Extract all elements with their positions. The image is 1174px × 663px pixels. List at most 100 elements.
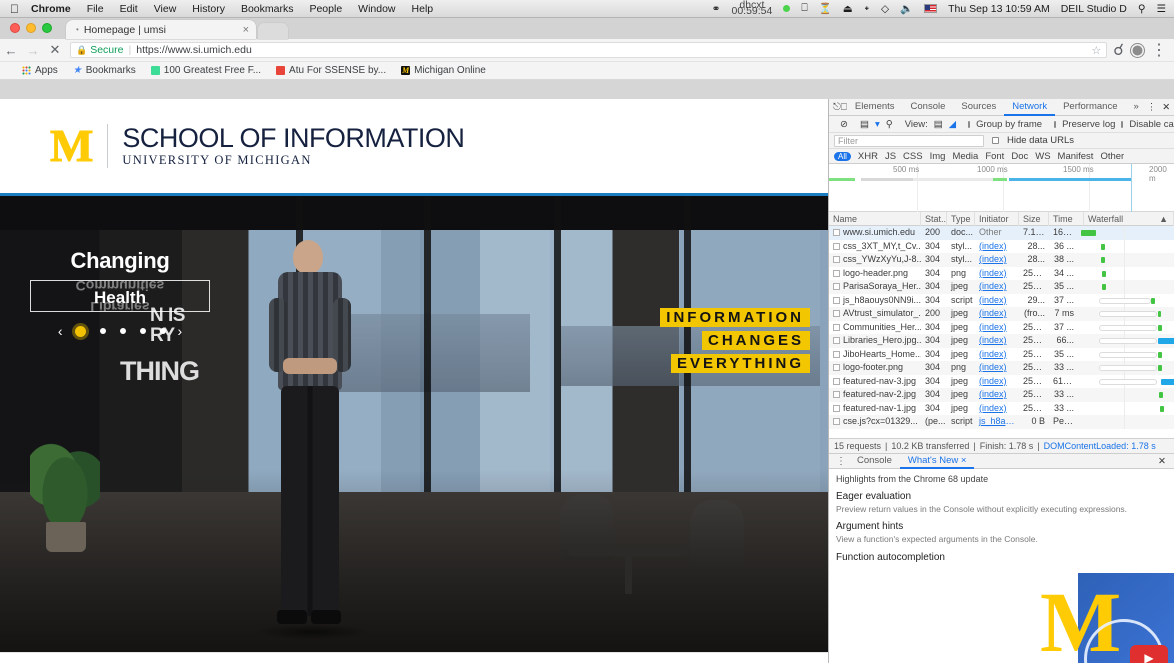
menubar-datetime[interactable]: Thu Sep 13 10:59 AM <box>948 3 1050 15</box>
table-row[interactable]: logo-header.png304png(index)252...34 ... <box>829 267 1174 281</box>
request-initiator[interactable]: js_h8aou... <box>975 415 1019 429</box>
request-initiator[interactable]: (index) <box>975 388 1019 402</box>
menu-view[interactable]: View <box>154 3 177 15</box>
close-icon[interactable]: × <box>961 455 967 466</box>
column-initiator[interactable]: Initiator <box>975 212 1019 226</box>
whats-new-title[interactable]: Eager evaluation <box>836 491 1167 502</box>
request-checkbox[interactable] <box>833 337 840 344</box>
table-row[interactable]: js_h8aouys0NN9i...304script(index)29...3… <box>829 294 1174 308</box>
umich-block-m-logo[interactable]: M <box>50 125 91 166</box>
bookmark-apps[interactable]: Apps <box>22 65 58 76</box>
column-status[interactable]: Stat... <box>921 212 947 226</box>
request-name-cell[interactable]: cse.js?cx=01329... <box>829 415 921 429</box>
request-initiator[interactable]: (index) <box>975 267 1019 281</box>
request-checkbox[interactable] <box>833 297 840 304</box>
request-checkbox[interactable] <box>833 310 840 317</box>
request-checkbox[interactable] <box>833 364 840 371</box>
request-initiator[interactable]: (index) <box>975 375 1019 389</box>
menu-bookmarks[interactable]: Bookmarks <box>241 3 294 15</box>
request-name-cell[interactable]: JiboHearts_Home... <box>829 348 921 362</box>
request-checkbox[interactable] <box>833 391 840 398</box>
table-row[interactable]: cse.js?cx=01329...(pe...scriptjs_h8aou..… <box>829 415 1174 429</box>
request-initiator[interactable]: (index) <box>975 334 1019 348</box>
sort-ascending-icon[interactable]: ▲ <box>1159 212 1168 226</box>
request-initiator[interactable]: (index) <box>975 361 1019 375</box>
request-name-cell[interactable]: featured-nav-1.jpg <box>829 402 921 416</box>
request-name-cell[interactable]: AVtrust_simulator_... <box>829 307 921 321</box>
menubar-username[interactable]: DEIL Studio D <box>1061 3 1127 15</box>
request-initiator[interactable]: (index) <box>975 402 1019 416</box>
extension-key-icon[interactable]: ☌ <box>1113 40 1124 60</box>
clear-icon[interactable]: ⊘ <box>840 119 848 130</box>
disable-cache-checkbox[interactable] <box>1121 121 1123 128</box>
inspect-element-icon[interactable]: ⎋ <box>833 102 841 113</box>
table-row[interactable]: css_YWzXyYu,J-8...304styl...(index)28...… <box>829 253 1174 267</box>
whats-new-title[interactable]: Argument hints <box>836 521 1167 532</box>
table-row[interactable]: Communities_Her...304jpeg(index)254...37… <box>829 321 1174 335</box>
profile-avatar-icon[interactable] <box>1131 44 1144 57</box>
request-checkbox[interactable] <box>833 256 840 263</box>
request-name-cell[interactable]: logo-header.png <box>829 267 921 281</box>
table-row[interactable]: logo-footer.png304png(index)253...33 ... <box>829 361 1174 375</box>
forward-button[interactable]: → <box>22 43 44 58</box>
carousel-dot-3[interactable] <box>120 328 126 334</box>
request-initiator[interactable]: (index) <box>975 253 1019 267</box>
group-by-frame-checkbox[interactable] <box>968 121 970 128</box>
back-button[interactable]: ← <box>0 43 22 58</box>
table-row[interactable]: css_3XT_MY,t_Cv...304styl...(index)28...… <box>829 240 1174 254</box>
bookmark-bookmarks[interactable]: ★ Bookmarks <box>73 65 136 76</box>
new-tab-button[interactable] <box>258 23 288 39</box>
menu-history[interactable]: History <box>192 3 225 15</box>
table-row[interactable]: www.si.umich.edu200doc...Other7.1 ...160… <box>829 226 1174 240</box>
request-checkbox[interactable] <box>833 351 840 358</box>
whats-new-title[interactable]: Function autocompletion <box>836 552 1167 563</box>
carousel-dot-4[interactable] <box>140 328 146 334</box>
table-row[interactable]: ParisaSoraya_Her...304jpeg(index)256...3… <box>829 280 1174 294</box>
request-checkbox[interactable] <box>833 378 840 385</box>
request-initiator[interactable]: (index) <box>975 280 1019 294</box>
request-name-cell[interactable]: featured-nav-3.jpg <box>829 375 921 389</box>
site-wordmark[interactable]: SCHOOL OF INFORMATION UNIVERSITY OF MICH… <box>122 124 464 168</box>
hide-data-urls-checkbox[interactable] <box>992 137 999 144</box>
more-tabs-icon[interactable]: » <box>1125 99 1146 116</box>
tab-console[interactable]: Console <box>903 99 954 116</box>
network-overview-timeline[interactable]: 500 ms 1000 ms 1500 ms 2000 m <box>829 164 1174 212</box>
close-devtools-icon[interactable]: ✕ <box>1162 102 1170 113</box>
menu-edit[interactable]: Edit <box>120 3 138 15</box>
carousel-dot-2[interactable] <box>100 328 106 334</box>
column-time[interactable]: Time <box>1049 212 1084 226</box>
bookmark-atu-ssense[interactable]: Atu For SSENSE by... <box>276 65 386 76</box>
request-checkbox[interactable] <box>833 283 840 290</box>
carousel-dot-1[interactable] <box>75 326 86 337</box>
dropbox-icon[interactable]: ⚭ <box>712 3 721 15</box>
eject-icon[interactable]: ⏏ <box>843 3 853 15</box>
tab-elements[interactable]: Elements <box>847 99 903 116</box>
type-filter-all[interactable]: All <box>834 152 851 161</box>
request-name-cell[interactable]: Communities_Her... <box>829 321 921 335</box>
waterfall-view-icon[interactable]: ◢ <box>949 119 956 130</box>
tab-performance[interactable]: Performance <box>1055 99 1125 116</box>
youtube-play-icon[interactable]: ▶ <box>1130 645 1168 663</box>
request-checkbox[interactable] <box>833 229 840 236</box>
column-size[interactable]: Size <box>1019 212 1049 226</box>
devtools-menu-icon[interactable]: ⋮ <box>1147 102 1157 113</box>
us-flag-icon[interactable] <box>924 4 937 13</box>
request-name-cell[interactable]: ParisaSoraya_Her... <box>829 280 921 294</box>
type-filter-doc[interactable]: Doc <box>1011 151 1028 162</box>
filter-funnel-icon[interactable]: ▾ <box>875 119 880 130</box>
tab-sources[interactable]: Sources <box>953 99 1004 116</box>
request-name-cell[interactable]: css_3XT_MY,t_Cv... <box>829 240 921 254</box>
request-checkbox[interactable] <box>833 324 840 331</box>
request-name-cell[interactable]: css_YWzXyYu,J-8... <box>829 253 921 267</box>
address-bar[interactable]: 🔒 Secure | https://www. si.umich.edu ☆ <box>70 42 1107 58</box>
carousel-prev-arrow[interactable]: ‹ <box>58 324 63 338</box>
table-row[interactable]: JiboHearts_Home...304jpeg(index)255...35… <box>829 348 1174 362</box>
menu-file[interactable]: File <box>87 3 104 15</box>
notification-center-icon[interactable]: ☰ <box>1157 3 1166 15</box>
type-filter-xhr[interactable]: XHR <box>858 151 878 162</box>
request-checkbox[interactable] <box>833 405 840 412</box>
browser-tab[interactable]: • Homepage | umsi × <box>66 20 256 39</box>
type-filter-js[interactable]: JS <box>885 151 896 162</box>
column-type[interactable]: Type <box>947 212 975 226</box>
request-name-cell[interactable]: logo-footer.png <box>829 361 921 375</box>
